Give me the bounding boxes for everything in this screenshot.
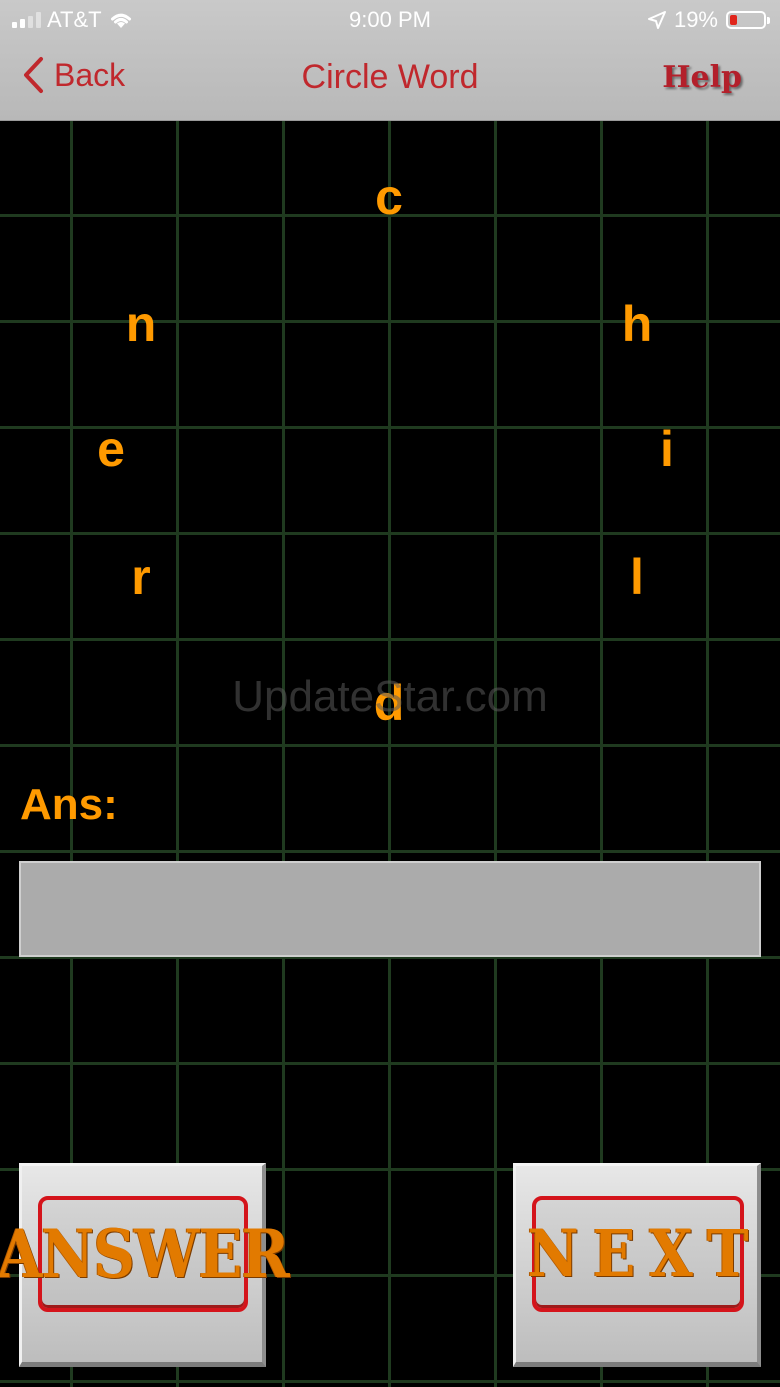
answer-label: Ans: (20, 780, 118, 829)
letter-tile[interactable]: e (97, 424, 125, 474)
battery-percent: 19% (673, 7, 718, 32)
location-arrow-icon (647, 11, 666, 29)
letter-tile[interactable]: l (630, 552, 644, 602)
next-button-label: NEXT (527, 1216, 763, 1292)
next-button[interactable]: NEXT (513, 1163, 761, 1367)
status-bar: AT&T 9:00 PM 19% (0, 0, 780, 40)
letter-tile[interactable]: c (375, 172, 403, 222)
letter-tile[interactable]: n (126, 299, 157, 349)
letter-tile[interactable]: r (131, 552, 150, 602)
answer-button-label: ANSWER (0, 1214, 290, 1294)
battery-icon (726, 11, 770, 29)
answer-button-face: ANSWER (0, 1196, 290, 1312)
navigation-bar: AT&T 9:00 PM 19% Back Circle Word Help (0, 0, 780, 121)
next-button-face: NEXT (528, 1196, 749, 1312)
answer-input[interactable] (19, 861, 761, 957)
letter-tile[interactable]: h (622, 299, 653, 349)
answer-button[interactable]: ANSWER (0, 1163, 290, 1367)
help-button[interactable]: Help (662, 60, 742, 95)
letter-tile[interactable]: i (660, 424, 674, 474)
watermark: UpdateStar.com (232, 672, 548, 721)
